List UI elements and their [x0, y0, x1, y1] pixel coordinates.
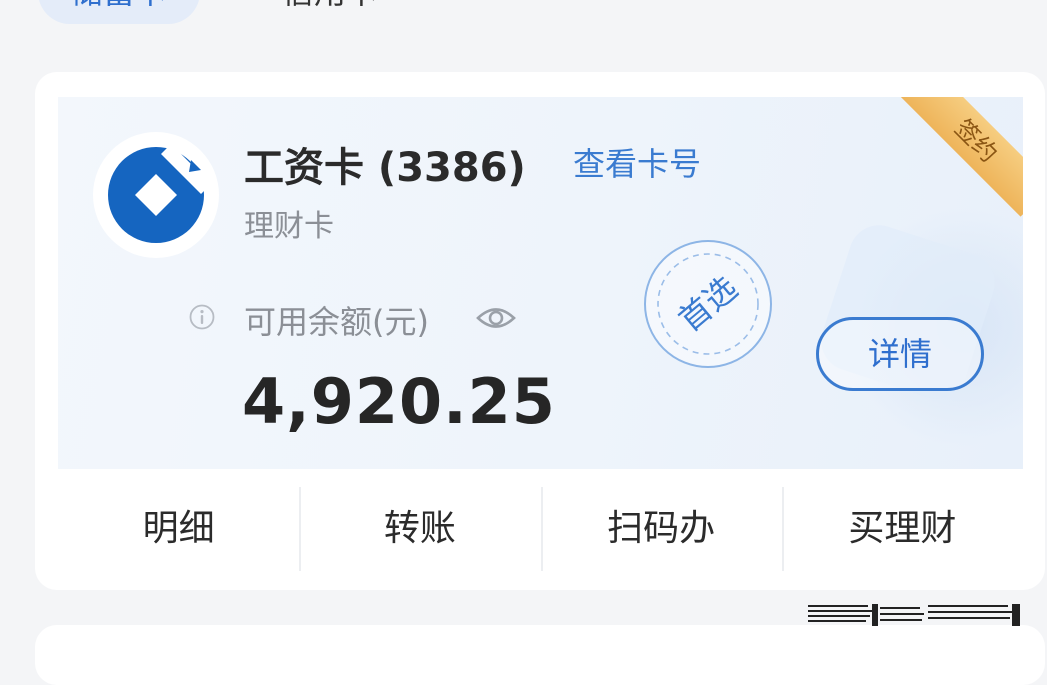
action-buy-wealth-product[interactable]: 买理财: [781, 479, 1023, 579]
card-summary[interactable]: 签约 工资卡 (3386) 查看卡号 理财卡 可用余额(元) 4,920.25 …: [58, 97, 1023, 469]
action-scan-to-handle[interactable]: 扫码办: [540, 479, 782, 579]
tab-credit-card[interactable]: 信用卡: [282, 0, 378, 24]
signed-ribbon-badge: 签约: [900, 97, 1023, 217]
preferred-stamp-icon: 首选: [643, 239, 773, 369]
watermark-bars: [808, 601, 1028, 631]
bank-card-panel: 签约 工资卡 (3386) 查看卡号 理财卡 可用余额(元) 4,920.25 …: [35, 72, 1045, 590]
card-type-tabs: 储蓄卡 信用卡: [0, 0, 1047, 30]
available-balance-label: 可用余额(元): [244, 303, 429, 341]
eye-icon[interactable]: [476, 305, 516, 331]
details-button[interactable]: 详情: [816, 317, 984, 391]
view-card-number-link[interactable]: 查看卡号: [573, 139, 701, 185]
tab-savings-card[interactable]: 储蓄卡: [38, 0, 200, 24]
action-transfer[interactable]: 转账: [299, 479, 540, 579]
info-icon[interactable]: [189, 304, 215, 330]
next-card-panel: [35, 625, 1045, 685]
card-title: 工资卡 (3386): [244, 145, 526, 191]
available-balance-value: 4,920.25: [242, 365, 556, 438]
bank-logo-icon: [93, 132, 219, 258]
card-type-label: 理财卡: [244, 209, 334, 244]
card-actions-bar: 明细 转账 扫码办 买理财: [58, 479, 1023, 579]
action-transaction-details[interactable]: 明细: [58, 479, 299, 579]
